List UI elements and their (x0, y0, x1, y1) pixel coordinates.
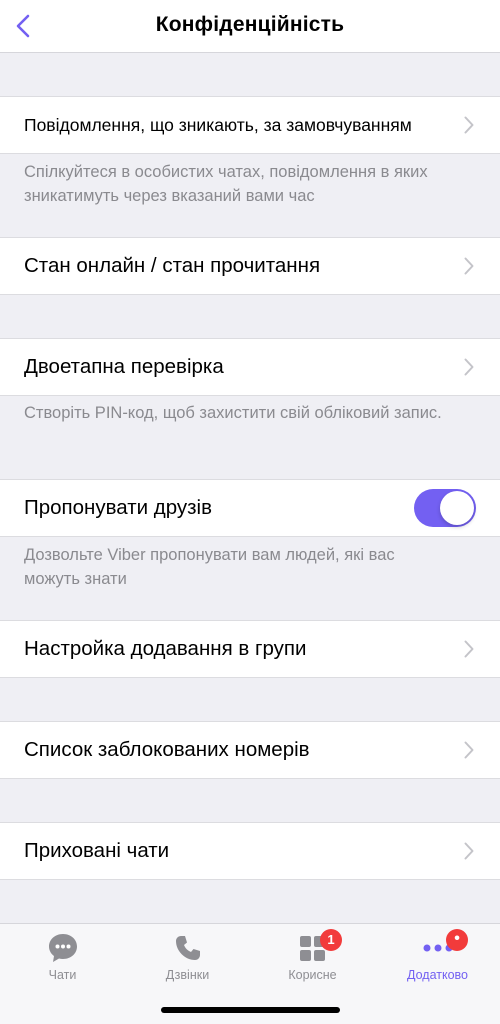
suggest-friends-description: Дозвольте Viber пропонувати вам людей, я… (24, 546, 395, 588)
hidden-chats-row[interactable]: Приховані чати (0, 822, 500, 880)
two-step-verification-label: Двоетапна перевірка (24, 355, 224, 378)
more-badge: • (446, 929, 468, 951)
disappearing-messages-description: Спілкуйтеся в особистих чатах, повідомле… (24, 163, 428, 205)
phone-icon (170, 930, 206, 966)
group-add-settings-row[interactable]: Настройка додавання в групи (0, 620, 500, 678)
useful-badge: 1 (320, 929, 342, 951)
tab-calls[interactable]: Дзвінки (125, 924, 250, 994)
chevron-right-icon (464, 741, 474, 759)
online-status-label: Стан онлайн / стан прочитання (24, 254, 321, 277)
chevron-right-icon (464, 358, 474, 376)
suggest-friends-toggle[interactable] (414, 489, 476, 527)
tab-more[interactable]: • Додатково (375, 924, 500, 994)
chevron-right-icon (464, 640, 474, 658)
two-step-verification-row[interactable]: Двоетапна перевірка (0, 338, 500, 396)
home-indicator (161, 1007, 340, 1013)
suggest-friends-label: Пропонувати друзів (24, 496, 212, 519)
blocked-numbers-row[interactable]: Список заблокованих номерів (0, 721, 500, 779)
navigation-header: Конфіденційність (0, 0, 500, 53)
privacy-settings-screen: Конфіденційність Повідомлення, що зникаю… (0, 0, 500, 1024)
disappearing-messages-label: Повідомлення, що зникають, за замовчуван… (24, 114, 412, 135)
chat-bubble-icon (45, 930, 81, 966)
tab-chats-label: Чати (48, 968, 77, 982)
tab-calls-label: Дзвінки (165, 968, 210, 982)
disappearing-messages-row[interactable]: Повідомлення, що зникають, за замовчуван… (0, 96, 500, 154)
tab-useful-label: Корисне (288, 968, 337, 982)
toggle-knob (440, 491, 474, 525)
group-add-settings-label: Настройка додавання в групи (24, 637, 307, 660)
chevron-right-icon (464, 842, 474, 860)
chevron-right-icon (464, 257, 474, 275)
tab-useful[interactable]: 1 Корисне (250, 924, 375, 994)
suggest-friends-row: Пропонувати друзів (0, 479, 500, 537)
chevron-right-icon (464, 116, 474, 134)
two-step-verification-description: Створіть PIN-код, щоб захистити свій обл… (24, 404, 442, 422)
hidden-chats-label: Приховані чати (24, 839, 170, 862)
tab-chats[interactable]: Чати (0, 924, 125, 994)
online-status-row[interactable]: Стан онлайн / стан прочитання (0, 237, 500, 295)
blocked-numbers-label: Список заблокованих номерів (24, 738, 310, 761)
tab-more-label: Додатково (407, 968, 468, 982)
page-title: Конфіденційність (155, 13, 345, 36)
